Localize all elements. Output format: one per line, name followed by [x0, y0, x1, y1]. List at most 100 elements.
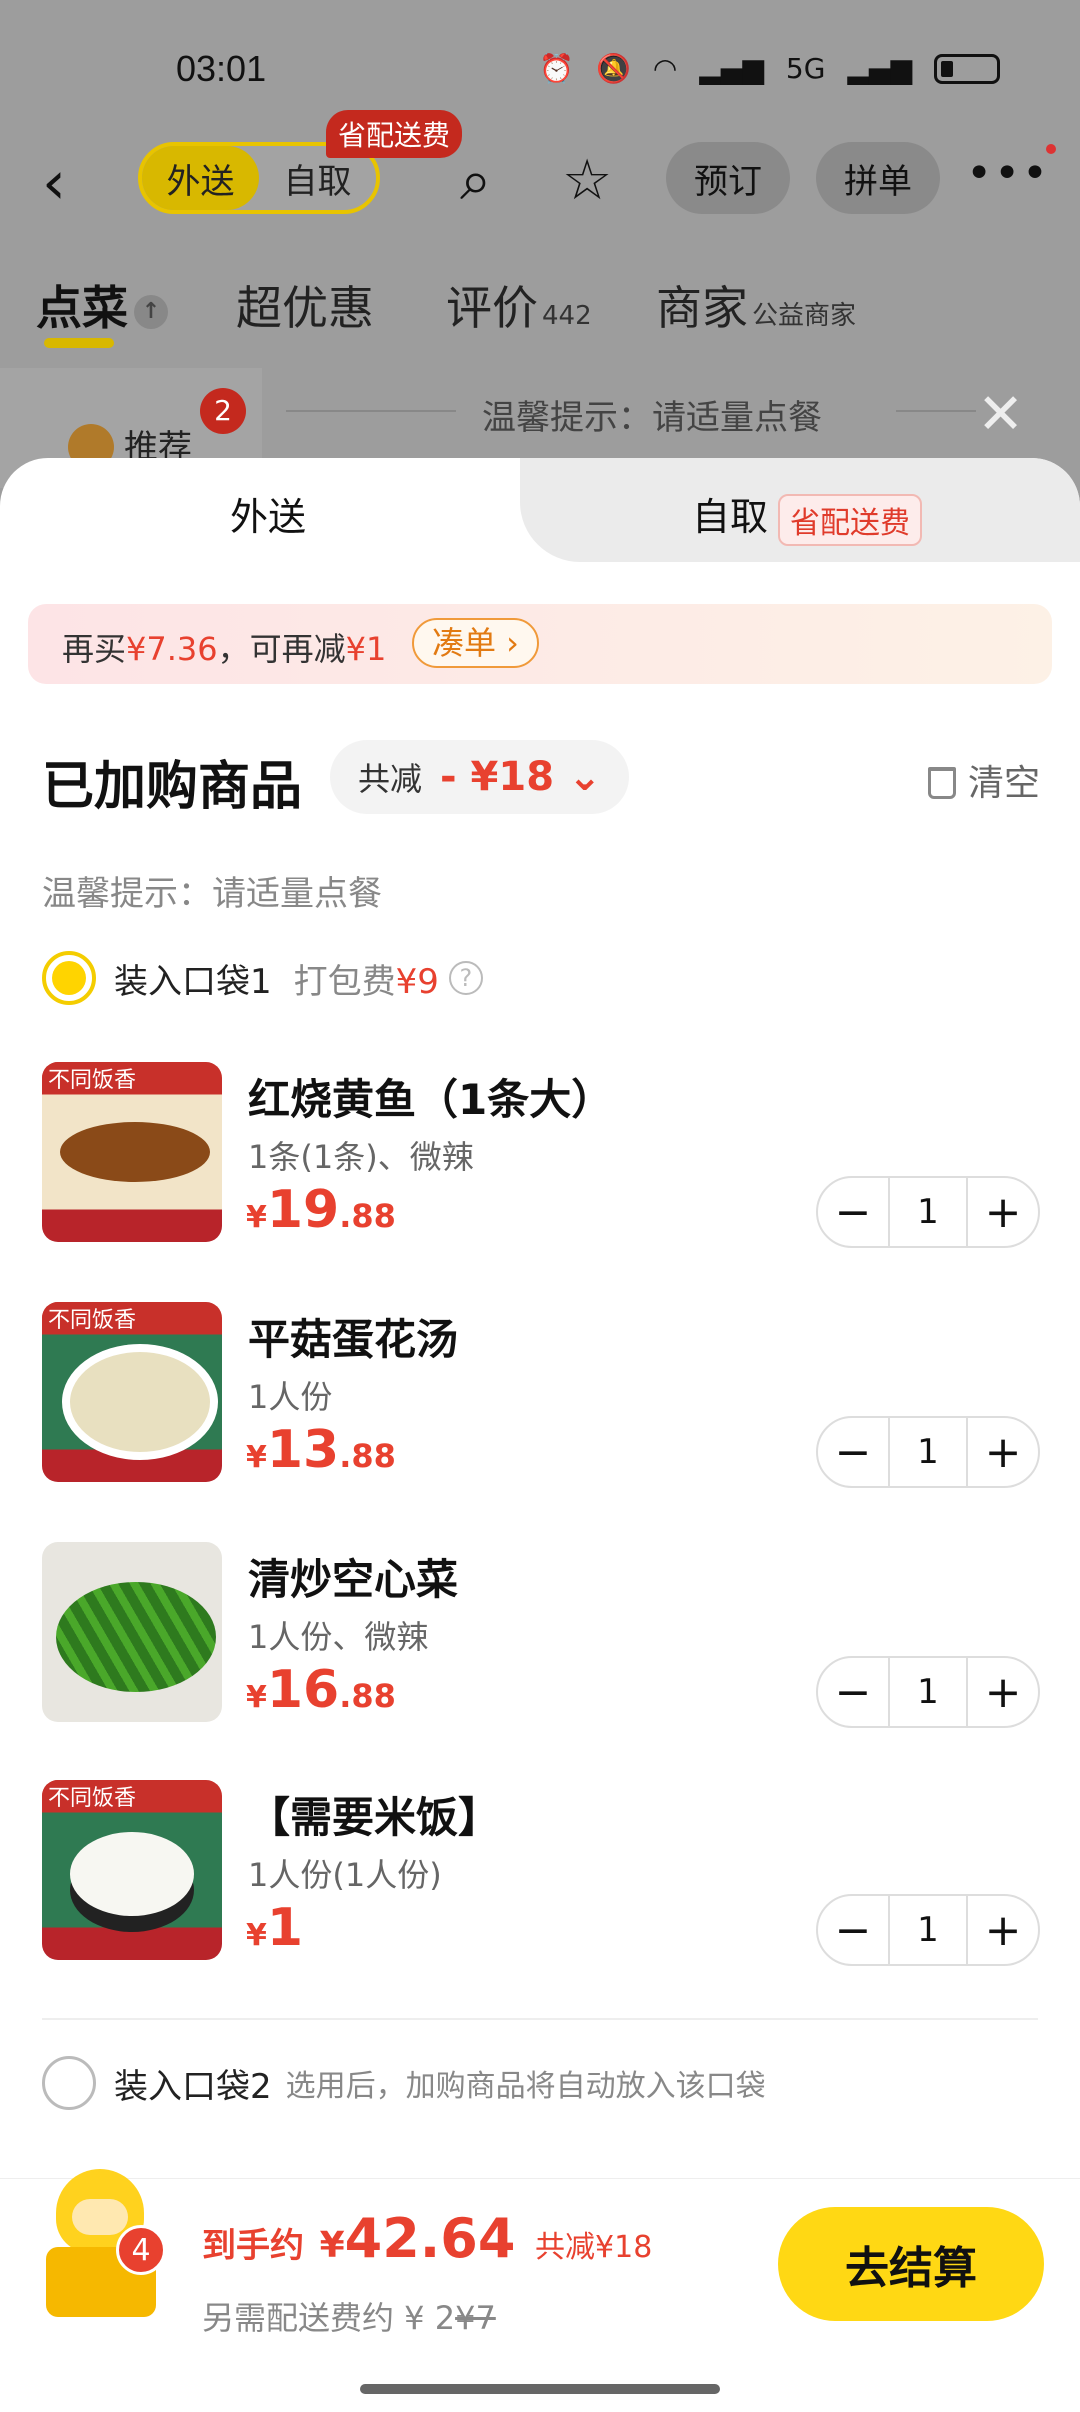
- dish-image[interactable]: [42, 1542, 222, 1722]
- price-int: 13: [266, 1420, 340, 1480]
- tab-reviews[interactable]: 评价 442: [446, 272, 592, 338]
- total-discount-toggle[interactable]: 共减 - ¥18 ⌄: [330, 740, 630, 814]
- item-name: 红烧黄鱼（1条大）: [248, 1075, 614, 1124]
- bag1-radio[interactable]: [42, 951, 96, 1005]
- close-icon[interactable]: ✕: [977, 382, 1024, 447]
- item-spec: 1人份: [248, 1378, 333, 1416]
- checkout-button[interactable]: 去结算: [778, 2207, 1044, 2321]
- bag2-label: 装入口袋2: [114, 2066, 272, 2107]
- cart-item: 不同饭香 平菇蛋花汤 1人份 ¥13.88 − 1 +: [42, 1302, 1042, 1502]
- item-name: 【需要米饭】: [248, 1793, 501, 1842]
- total-discount-value: - ¥18 ⌄: [440, 754, 602, 800]
- cart-tip: 温馨提示：请适量点餐: [42, 874, 382, 914]
- thumb-tag: 不同饭香: [42, 1302, 143, 1334]
- promo-discount: ¥1: [345, 630, 387, 668]
- battery-icon: [934, 53, 1000, 84]
- dish-image[interactable]: 不同饭香: [42, 1062, 222, 1242]
- home-indicator[interactable]: [360, 2384, 720, 2394]
- bag2-radio[interactable]: [42, 2056, 96, 2110]
- merchant-tag: 公益商家: [752, 301, 857, 331]
- dish-image[interactable]: 不同饭香: [42, 1302, 222, 1482]
- bag2-hint: 选用后，加购商品将自动放入该口袋: [285, 2069, 766, 2104]
- save-delivery-badge: 省配送费: [326, 110, 463, 158]
- quantity-value[interactable]: 1: [888, 1418, 968, 1486]
- help-icon[interactable]: ?: [448, 961, 483, 995]
- clear-cart-button[interactable]: 清空: [927, 754, 1040, 806]
- item-price: ¥16.88: [246, 1660, 396, 1720]
- promo-text: 再买¥7.36，可再减¥1: [62, 624, 386, 670]
- recommend-badge: 2: [200, 388, 246, 434]
- top-nav: ‹ 外送 自取 省配送费 ⌕ ☆ 预订 拼单 •••: [0, 110, 1080, 220]
- bag1-row[interactable]: 装入口袋1 打包费¥9 ?: [42, 950, 483, 1006]
- reserve-button[interactable]: 预订: [666, 142, 790, 214]
- packing-fee: 打包费¥9: [294, 954, 439, 1003]
- status-time: 03:01: [176, 48, 267, 89]
- item-price: ¥19.88: [246, 1180, 396, 1240]
- star-icon[interactable]: ☆: [562, 148, 612, 213]
- bag2-row[interactable]: 装入口袋2 选用后，加购商品将自动放入该口袋: [42, 2056, 766, 2110]
- alarm-icon: ⏰: [539, 52, 574, 85]
- sheet-tab-delivery[interactable]: 外送: [230, 486, 306, 541]
- cart-item: 不同饭香 【需要米饭】 1人份(1人份) ¥1 − 1 +: [42, 1780, 1042, 1980]
- pay-label: 到手约: [202, 2226, 304, 2266]
- price-int: 16: [266, 1660, 340, 1720]
- cart-item: 不同饭香 红烧黄鱼（1条大） 1条(1条)、微辣 ¥19.88 − 1 +: [42, 1062, 1042, 1262]
- item-spec: 1人份、微辣: [248, 1618, 429, 1656]
- item-spec: 1人份(1人份): [248, 1856, 442, 1894]
- price-int: 19: [266, 1180, 340, 1240]
- back-icon[interactable]: ‹: [42, 148, 66, 218]
- quantity-stepper: − 1 +: [816, 1656, 1040, 1728]
- plus-button[interactable]: +: [968, 1178, 1038, 1246]
- price-dec: .88: [339, 1197, 396, 1235]
- tab-indicator: [44, 338, 114, 348]
- tip-line-right: [896, 410, 976, 412]
- tab-merchant[interactable]: 商家 公益商家: [656, 272, 856, 338]
- quantity-stepper: − 1 +: [816, 1176, 1040, 1248]
- bag1-label: 装入口袋1: [114, 961, 272, 1002]
- sheet-save-badge: 省配送费: [778, 493, 923, 546]
- quantity-stepper: − 1 +: [816, 1894, 1040, 1966]
- minus-button[interactable]: −: [818, 1896, 888, 1964]
- plus-button[interactable]: +: [968, 1658, 1038, 1726]
- promo-mid: ，可再减: [217, 630, 346, 668]
- tab-order[interactable]: 点菜 ↑: [36, 272, 168, 338]
- item-price: ¥1: [246, 1898, 303, 1958]
- tab-order-label: 点菜: [36, 281, 128, 335]
- reviews-count: 442: [542, 301, 592, 331]
- tab-deals[interactable]: 超优惠: [236, 272, 374, 338]
- add-more-button[interactable]: 凑单 ›: [412, 618, 539, 668]
- minus-button[interactable]: −: [818, 1658, 888, 1726]
- cart-count-badge: 4: [116, 2225, 166, 2275]
- minus-button[interactable]: −: [818, 1178, 888, 1246]
- cart-title: 已加购商品: [42, 757, 303, 817]
- plus-button[interactable]: +: [968, 1418, 1038, 1486]
- status-bar: 03:01 ⏰ 🔕 ◠ ▂▄▆ 5G ▂▄▆: [0, 48, 1080, 98]
- item-name: 平菇蛋花汤: [248, 1315, 459, 1364]
- plus-button[interactable]: +: [968, 1896, 1038, 1964]
- signal-icon-2: ▂▄▆: [847, 52, 912, 85]
- thumb-tag: 不同饭香: [42, 1780, 143, 1812]
- pay-amount-value: 42.64: [344, 2207, 516, 2270]
- network-type: 5G: [785, 52, 826, 85]
- search-icon[interactable]: ⌕: [460, 148, 491, 214]
- more-icon[interactable]: •••: [966, 148, 1050, 199]
- total-discount-label: 共减: [358, 760, 423, 798]
- delivery-fee: 另需配送费约 ¥ 2¥7: [202, 2293, 496, 2339]
- quantity-value[interactable]: 1: [888, 1896, 968, 1964]
- tab-reviews-label: 评价: [446, 281, 538, 335]
- sheet-tab-pickup-label: 自取: [692, 495, 769, 539]
- mode-delivery[interactable]: 外送: [142, 146, 259, 210]
- background-tip: 温馨提示：请适量点餐 ✕: [286, 382, 1040, 447]
- currency: ¥: [246, 1680, 267, 1715]
- group-order-button[interactable]: 拼单: [816, 142, 940, 214]
- signal-icon: ▂▄▆: [699, 52, 764, 85]
- quantity-value[interactable]: 1: [888, 1178, 968, 1246]
- minus-button[interactable]: −: [818, 1418, 888, 1486]
- payable-amount: 到手约 ¥42.64 共减¥18: [202, 2207, 652, 2270]
- sheet-tab-pickup[interactable]: 自取 省配送费: [692, 486, 923, 546]
- cart-sheet: 外送 自取 省配送费 再买¥7.36，可再减¥1 凑单 › 已加购商品 共减 - …: [0, 458, 1080, 2412]
- pay-currency: ¥: [319, 2225, 345, 2266]
- currency: ¥: [246, 1200, 267, 1235]
- dish-image[interactable]: 不同饭香: [42, 1780, 222, 1960]
- quantity-value[interactable]: 1: [888, 1658, 968, 1726]
